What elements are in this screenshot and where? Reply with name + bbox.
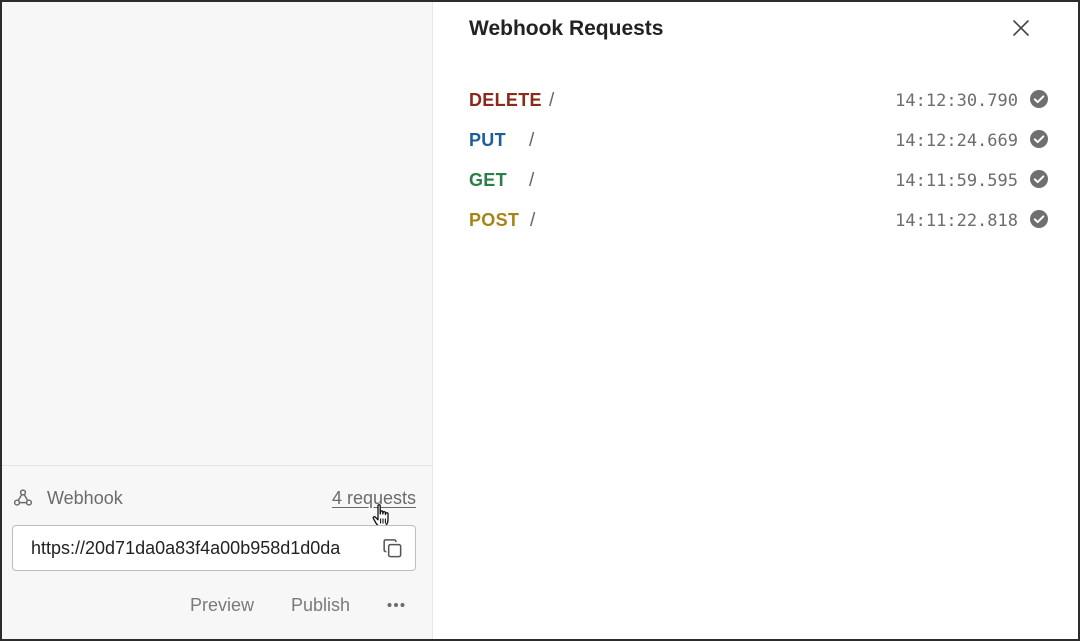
check-circle-icon <box>1030 90 1048 108</box>
webhook-url-field[interactable]: https://20d71da0a83f4a00b958d1d0da <box>12 525 416 571</box>
request-row[interactable]: GET / 14:11:59.595 <box>469 166 1049 206</box>
webhook-label: Webhook <box>47 488 123 508</box>
webhook-requests-panel: Webhook Requests DELETE / 14:12:30.790 P… <box>434 2 1078 639</box>
webhook-url-text[interactable]: https://20d71da0a83f4a00b958d1d0da <box>31 538 366 559</box>
request-timestamp: 14:12:24.669 <box>895 131 1018 151</box>
webhook-header-row: Webhook 4 requests <box>12 486 416 510</box>
more-dots-icon[interactable] <box>384 593 408 617</box>
request-path: / <box>549 90 555 111</box>
request-timestamp: 14:12:30.790 <box>895 91 1018 111</box>
webhook-icon <box>13 489 33 506</box>
request-list: DELETE / 14:12:30.790 PUT / 14:12:24.669… <box>469 86 1049 246</box>
request-timestamp: 14:11:59.595 <box>895 171 1018 191</box>
check-circle-icon <box>1030 210 1048 228</box>
request-timestamp: 14:11:22.818 <box>895 211 1018 231</box>
request-row[interactable]: PUT / 14:12:24.669 <box>469 126 1049 166</box>
panel-title: Webhook Requests <box>469 17 664 40</box>
preview-button[interactable]: Preview <box>190 595 254 616</box>
request-method: PUT <box>469 130 506 150</box>
request-method: POST <box>469 210 520 230</box>
request-path: / <box>529 130 535 151</box>
request-method: GET <box>469 170 507 190</box>
editor-left-panel: Webhook 4 requests https://20d71da0a83f4… <box>2 2 433 639</box>
request-method: DELETE <box>469 90 542 110</box>
publish-button[interactable]: Publish <box>291 595 350 616</box>
webhook-footer: Webhook 4 requests https://20d71da0a83f4… <box>2 465 432 639</box>
request-row[interactable]: POST / 14:11:22.818 <box>469 206 1049 246</box>
check-circle-icon <box>1030 170 1048 188</box>
request-row[interactable]: DELETE / 14:12:30.790 <box>469 86 1049 126</box>
check-circle-icon <box>1030 130 1048 148</box>
copy-icon[interactable] <box>381 537 404 560</box>
request-path: / <box>529 170 535 191</box>
request-path: / <box>530 210 536 231</box>
close-icon[interactable] <box>1011 18 1031 38</box>
footer-actions: Preview Publish <box>2 591 432 621</box>
